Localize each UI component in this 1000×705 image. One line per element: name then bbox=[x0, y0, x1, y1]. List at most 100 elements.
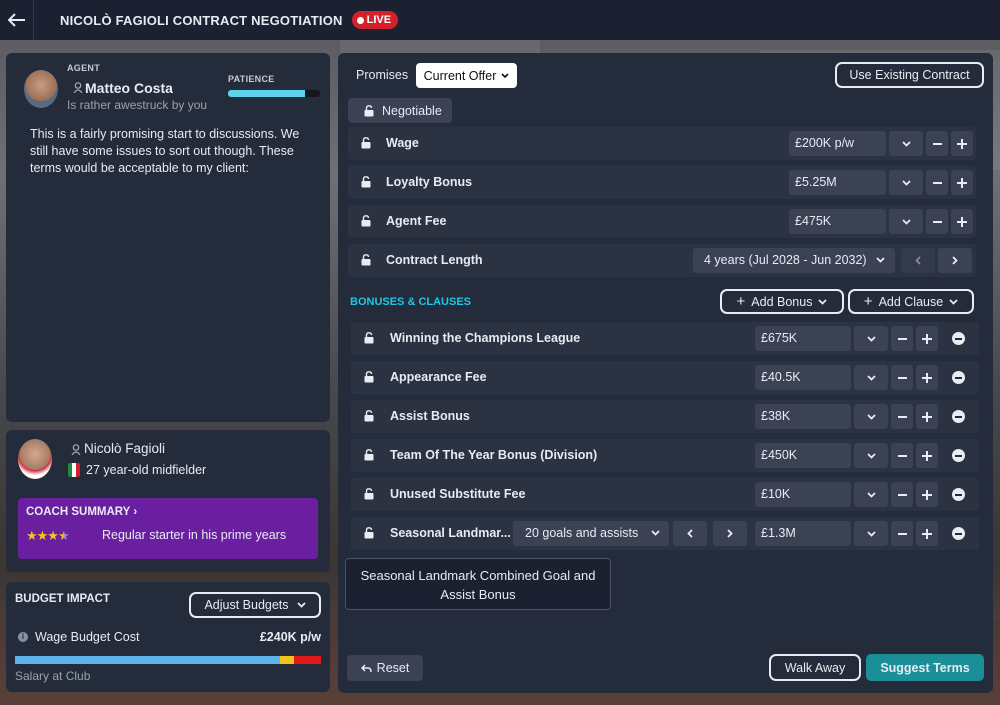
plus-icon bbox=[922, 411, 932, 422]
use-existing-contract-button[interactable]: Use Existing Contract bbox=[835, 62, 984, 88]
adjust-budgets-button[interactable]: Adjust Budgets bbox=[189, 592, 321, 618]
term-dropdown-button[interactable] bbox=[889, 131, 923, 156]
bonus-increase-button[interactable] bbox=[916, 443, 938, 468]
bonus-decrease-button[interactable] bbox=[891, 326, 913, 351]
offer-dropdown[interactable]: Current Offer bbox=[416, 63, 517, 88]
term-dropdown-button[interactable] bbox=[889, 170, 923, 195]
bonus-value-input[interactable]: £450K bbox=[755, 443, 851, 468]
back-button[interactable] bbox=[0, 0, 34, 40]
plus-icon: + bbox=[863, 292, 873, 310]
remove-bonus-icon[interactable] bbox=[952, 449, 965, 462]
term-decrease-button[interactable] bbox=[926, 170, 948, 195]
bonus-value-input[interactable]: £40.5K bbox=[755, 365, 851, 390]
salary-at-club-label: Salary at Club bbox=[15, 669, 91, 683]
agent-mood: Is rather awestruck by you bbox=[67, 98, 208, 112]
chevron-down-icon bbox=[901, 140, 911, 147]
add-bonus-button[interactable]: + Add Bonus bbox=[720, 289, 844, 314]
bonus-row: Winning the Champions League £675K bbox=[351, 322, 979, 355]
term-increase-button[interactable] bbox=[951, 131, 973, 156]
bonus-row: Team Of The Year Bonus (Division) £450K bbox=[351, 439, 979, 472]
negotiable-tag[interactable]: Negotiable bbox=[348, 98, 452, 123]
term-decrease-button[interactable] bbox=[926, 209, 948, 234]
bonus-condition-value: 20 goals and assists bbox=[525, 526, 639, 540]
player-panel: Nicolò Fagioli 27 year-old midfielder CO… bbox=[6, 430, 330, 572]
bonus-dropdown-button[interactable] bbox=[854, 521, 888, 546]
live-badge: LIVE bbox=[351, 11, 399, 29]
bonus-dropdown-button[interactable] bbox=[854, 404, 888, 429]
bonus-increase-button[interactable] bbox=[916, 365, 938, 390]
contract-prev-button[interactable] bbox=[901, 248, 935, 273]
term-decrease-button[interactable] bbox=[926, 131, 948, 156]
minus-icon bbox=[897, 532, 907, 535]
term-increase-button[interactable] bbox=[951, 209, 973, 234]
bonus-condition-select[interactable]: 20 goals and assists bbox=[513, 521, 669, 546]
lock-open-icon bbox=[364, 371, 374, 383]
bonus-condition-prev-button[interactable] bbox=[673, 521, 707, 546]
bonus-decrease-button[interactable] bbox=[891, 482, 913, 507]
bonus-label: Seasonal Landmar... bbox=[390, 526, 511, 540]
lock-open-icon bbox=[361, 254, 371, 266]
coach-summary-title[interactable]: COACH SUMMARY › bbox=[26, 506, 137, 518]
bonus-decrease-button[interactable] bbox=[891, 404, 913, 429]
info-icon[interactable]: i bbox=[18, 632, 28, 642]
bonus-increase-button[interactable] bbox=[916, 404, 938, 429]
lock-open-icon bbox=[361, 176, 371, 188]
title-bar: NICOLÒ FAGIOLI CONTRACT NEGOTIATION LIVE bbox=[0, 0, 1000, 40]
term-increase-button[interactable] bbox=[951, 170, 973, 195]
bonus-decrease-button[interactable] bbox=[891, 365, 913, 390]
player-description: 27 year-old midfielder bbox=[86, 463, 207, 477]
budget-bar-over bbox=[294, 656, 321, 664]
bonus-dropdown-button[interactable] bbox=[854, 443, 888, 468]
player-name[interactable]: Nicolò Fagioli bbox=[84, 441, 165, 456]
term-value-input[interactable]: £200K p/w bbox=[789, 131, 886, 156]
budget-bar-offer bbox=[280, 656, 294, 664]
chevron-left-icon bbox=[687, 529, 693, 538]
remove-bonus-icon[interactable] bbox=[952, 410, 965, 423]
bonus-label: Appearance Fee bbox=[390, 370, 487, 384]
promises-label[interactable]: Promises bbox=[356, 68, 408, 82]
bonus-value-input[interactable]: £10K bbox=[755, 482, 851, 507]
undo-icon bbox=[360, 663, 372, 672]
chevron-left-icon bbox=[915, 256, 921, 265]
agent-message: This is a fairly promising start to disc… bbox=[30, 127, 300, 175]
player-avatar bbox=[18, 439, 52, 479]
bonus-label: Unused Substitute Fee bbox=[390, 487, 526, 501]
bonuses-title: BONUSES & CLAUSES bbox=[350, 296, 472, 308]
patience-label: PATIENCE bbox=[228, 74, 275, 84]
term-value-input[interactable]: £5.25M bbox=[789, 170, 886, 195]
bonus-value-input[interactable]: £1.3M bbox=[755, 521, 851, 546]
term-label: Wage bbox=[386, 136, 419, 150]
budget-panel: BUDGET IMPACT Adjust Budgets i Wage Budg… bbox=[6, 582, 330, 692]
bonus-condition-next-button[interactable] bbox=[713, 521, 747, 546]
remove-bonus-icon[interactable] bbox=[952, 527, 965, 540]
term-dropdown-button[interactable] bbox=[889, 209, 923, 234]
contract-next-button[interactable] bbox=[938, 248, 972, 273]
bonus-increase-button[interactable] bbox=[916, 482, 938, 507]
bonus-decrease-button[interactable] bbox=[891, 521, 913, 546]
walk-away-button[interactable]: Walk Away bbox=[769, 654, 861, 681]
term-row: Loyalty Bonus £5.25M bbox=[348, 166, 976, 199]
bonus-dropdown-button[interactable] bbox=[854, 482, 888, 507]
term-value-input[interactable]: £475K bbox=[789, 209, 886, 234]
bonus-increase-button[interactable] bbox=[916, 521, 938, 546]
bonus-row: Unused Substitute Fee £10K bbox=[351, 478, 979, 511]
contract-length-select[interactable]: 4 years (Jul 2028 - Jun 2032) bbox=[693, 248, 895, 273]
minus-icon bbox=[932, 142, 942, 145]
remove-bonus-icon[interactable] bbox=[952, 371, 965, 384]
add-clause-button[interactable]: + Add Clause bbox=[848, 289, 974, 314]
suggest-terms-label: Suggest Terms bbox=[880, 660, 970, 675]
reset-button[interactable]: Reset bbox=[347, 655, 423, 681]
remove-bonus-icon[interactable] bbox=[952, 488, 965, 501]
suggest-terms-button[interactable]: Suggest Terms bbox=[866, 654, 984, 681]
chevron-right-icon bbox=[952, 256, 958, 265]
bonus-dropdown-button[interactable] bbox=[854, 326, 888, 351]
chevron-down-icon bbox=[501, 72, 509, 78]
bonus-value-input[interactable]: £38K bbox=[755, 404, 851, 429]
bonus-increase-button[interactable] bbox=[916, 326, 938, 351]
remove-bonus-icon[interactable] bbox=[952, 332, 965, 345]
bonus-dropdown-button[interactable] bbox=[854, 365, 888, 390]
coach-summary-box[interactable]: COACH SUMMARY › ★★★★ Regular starter in … bbox=[18, 498, 318, 559]
bonus-decrease-button[interactable] bbox=[891, 443, 913, 468]
star-rating: ★★★★ bbox=[26, 528, 70, 543]
bonus-value-input[interactable]: £675K bbox=[755, 326, 851, 351]
